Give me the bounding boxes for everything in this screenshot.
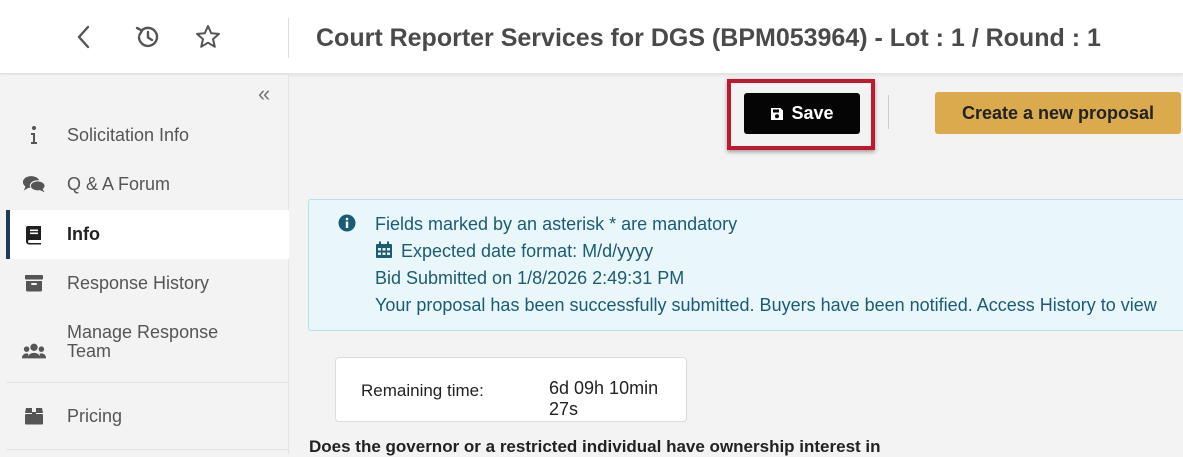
toolbar-divider (888, 95, 889, 129)
sidebar-item-label: Manage Response Team (67, 322, 219, 361)
star-icon[interactable] (193, 22, 223, 52)
sidebar-item-label: Pricing (67, 405, 123, 426)
floppy-disk-icon (771, 107, 784, 120)
info-circle-icon (338, 214, 356, 237)
sidebar-item-manage-response-team[interactable]: Manage Response Team (6, 319, 289, 365)
history-icon[interactable] (133, 22, 163, 52)
users-icon (22, 342, 46, 360)
save-button-label: Save (791, 103, 834, 123)
sidebar-item-solicitation-info[interactable]: Solicitation Info (6, 122, 289, 148)
sidebar-item-label: Response History (67, 272, 210, 293)
alert-success-message: Your proposal has been successfully subm… (375, 295, 1157, 315)
double-chevron-left-icon[interactable]: « (258, 83, 270, 105)
sidebar: « Solicitation Info Q & A Forum Info Res… (0, 75, 289, 454)
info-alert: Fields marked by an asterisk * are manda… (308, 199, 1183, 331)
sidebar-item-response-history[interactable]: Response History (6, 270, 289, 296)
main-content: Save Create a new proposal Fields marked… (290, 75, 1183, 456)
page-header: Court Reporter Services for DGS (BPM0539… (0, 0, 1183, 74)
remaining-time-box: Remaining time: 6d 09h 10min 27s (335, 357, 687, 422)
alert-mandatory-text: Fields marked by an asterisk * are manda… (375, 214, 738, 234)
back-arrow-icon[interactable] (68, 22, 98, 52)
header-divider (288, 18, 289, 58)
sidebar-item-label: Info (67, 224, 100, 244)
create-proposal-button[interactable]: Create a new proposal (935, 92, 1181, 134)
save-button[interactable]: Save (744, 93, 860, 134)
info-icon (22, 125, 46, 145)
calendar-icon (375, 241, 393, 264)
sidebar-item-label: Solicitation Info (67, 124, 190, 145)
box-icon (22, 407, 46, 425)
sidebar-item-qa-forum[interactable]: Q & A Forum (6, 171, 289, 197)
sidebar-separator (6, 449, 289, 450)
alert-bid-submitted: Bid Submitted on 1/8/2026 2:49:31 PM (375, 268, 685, 288)
page-title: Court Reporter Services for DGS (BPM0539… (316, 24, 1101, 52)
sidebar-item-pricing[interactable]: Pricing (6, 403, 289, 429)
sidebar-item-label: Q & A Forum (67, 173, 171, 194)
remaining-time-label: Remaining time: (361, 381, 484, 400)
alert-date-format: Expected date format: M/d/yyyy (375, 241, 653, 264)
sidebar-separator (6, 382, 289, 383)
remaining-time-value: 6d 09h 10min 27s (549, 378, 659, 419)
book-icon (22, 225, 46, 245)
ownership-question: Does the governor or a restricted indivi… (309, 437, 881, 456)
comments-icon (22, 174, 46, 194)
archive-icon (22, 274, 46, 292)
alert-date-format-text: Expected date format: M/d/yyyy (401, 241, 654, 261)
sidebar-item-info[interactable]: Info (6, 210, 289, 259)
